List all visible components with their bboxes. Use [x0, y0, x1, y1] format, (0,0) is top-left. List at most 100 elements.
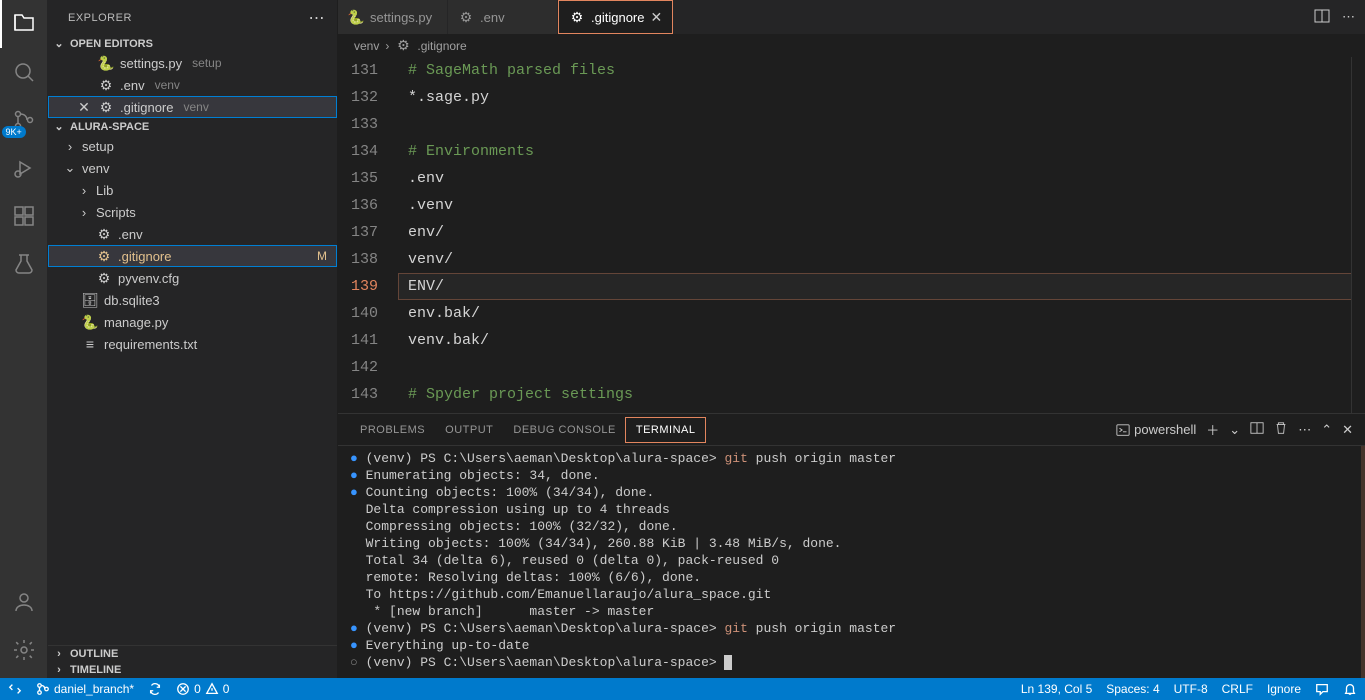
branch-indicator[interactable]: daniel_branch* [36, 682, 134, 696]
outline-header[interactable]: › OUTLINE [48, 645, 337, 662]
eol[interactable]: CRLF [1222, 682, 1253, 696]
problems-indicator[interactable]: 0 0 [176, 682, 229, 696]
file-item[interactable]: ⚙pyvenv.cfg [48, 267, 337, 289]
code-line[interactable] [398, 354, 1365, 381]
encoding[interactable]: UTF-8 [1174, 682, 1208, 696]
panel-tab-terminal[interactable]: TERMINAL [626, 418, 706, 442]
terminal-line: Delta compression using up to 4 threads [350, 501, 1349, 518]
file-item[interactable]: ⚙.env [48, 223, 337, 245]
panel-tab-problems[interactable]: PROBLEMS [350, 418, 435, 442]
chevron-right-icon: › [52, 648, 66, 660]
chevron-right-icon: › [385, 39, 389, 53]
file-label: .gitignore [118, 249, 171, 264]
extensions-icon[interactable] [0, 192, 48, 240]
feedback-icon[interactable] [1315, 682, 1329, 696]
editor-tab[interactable]: 🐍settings.py [338, 0, 448, 34]
gear-icon: ⚙ [98, 99, 114, 115]
search-icon[interactable] [0, 48, 48, 96]
split-terminal-icon[interactable] [1250, 421, 1264, 438]
source-control-icon[interactable]: 9K+ [0, 96, 48, 144]
breadcrumb-item[interactable]: venv [354, 39, 379, 53]
minimap[interactable] [1351, 57, 1365, 413]
notifications-icon[interactable] [1343, 682, 1357, 696]
line-number: 140 [338, 300, 378, 327]
accounts-icon[interactable] [0, 578, 48, 626]
folder-label: venv [82, 161, 109, 176]
code-line[interactable]: .env [398, 165, 1365, 192]
file-item[interactable]: 🗄db.sqlite3 [48, 289, 337, 311]
testing-icon[interactable] [0, 240, 48, 288]
folder-item[interactable]: ›setup [48, 135, 337, 157]
panel-tab-output[interactable]: OUTPUT [435, 418, 503, 442]
folder-item[interactable]: ›Lib [48, 179, 337, 201]
code-editor[interactable]: 131132133134135136137138139140141142143 … [338, 57, 1365, 413]
gear-icon: ⚙ [96, 248, 112, 264]
open-editor-item[interactable]: ⚙.envvenv [48, 74, 337, 96]
workspace-header[interactable]: ⌄ ALURA-SPACE [48, 118, 337, 135]
code-line[interactable]: .venv [398, 192, 1365, 219]
close-panel-icon[interactable]: ✕ [1342, 422, 1353, 438]
timeline-header[interactable]: › TIMELINE [48, 662, 337, 678]
editor-tab[interactable]: ⚙.gitignore✕ [558, 0, 673, 34]
open-editors-header[interactable]: ⌄ OPEN EDITORS [48, 35, 337, 52]
line-number: 135 [338, 165, 378, 192]
explorer-more-icon[interactable]: ⋯ [309, 8, 326, 28]
remote-icon[interactable] [8, 682, 22, 696]
split-editor-icon[interactable] [1314, 8, 1330, 27]
new-terminal-icon[interactable]: ＋ [1206, 420, 1219, 439]
chevron-right-icon: › [52, 664, 66, 676]
editor-tab[interactable]: ⚙.env [448, 0, 558, 34]
chevron-right-icon: › [64, 139, 76, 154]
py-icon: 🐍 [348, 9, 364, 25]
maximize-panel-icon[interactable]: ⌃ [1321, 422, 1332, 438]
code-line[interactable]: env/ [398, 219, 1365, 246]
line-number: 139 [338, 273, 378, 300]
indentation[interactable]: Spaces: 4 [1106, 682, 1159, 696]
breadcrumb-item[interactable]: .gitignore [417, 39, 466, 53]
editor-label: .env [120, 78, 145, 93]
open-editor-item[interactable]: ✕⚙.gitignorevenv [48, 96, 337, 118]
file-item[interactable]: ⚙.gitignoreM [48, 245, 337, 267]
code-line[interactable]: # Environments [398, 138, 1365, 165]
terminal-dropdown-icon[interactable]: ⌄ [1229, 422, 1240, 438]
close-icon[interactable]: ✕ [650, 9, 662, 26]
line-number: 131 [338, 57, 378, 84]
breadcrumb[interactable]: venv › ⚙ .gitignore [338, 35, 1365, 57]
code-line[interactable]: *.sage.py [398, 84, 1365, 111]
code-line[interactable]: venv.bak/ [398, 327, 1365, 354]
more-icon[interactable]: ⋯ [1298, 422, 1311, 438]
tab-label: .env [480, 10, 505, 25]
sync-icon[interactable] [148, 682, 162, 696]
file-label: requirements.txt [104, 337, 197, 352]
folder-item[interactable]: ⌄venv [48, 157, 337, 179]
gear-icon: ⚙ [569, 9, 585, 25]
terminal-shell-label[interactable]: powershell [1116, 422, 1196, 437]
gear-icon: ⚙ [395, 38, 411, 54]
terminal-output[interactable]: ● (venv) PS C:\Users\aeman\Desktop\alura… [338, 446, 1365, 678]
file-item[interactable]: 🐍manage.py [48, 311, 337, 333]
panel-tab-debug-console[interactable]: DEBUG CONSOLE [503, 418, 625, 442]
settings-gear-icon[interactable] [0, 626, 48, 674]
terminal-line: ● Enumerating objects: 34, done. [350, 467, 1349, 484]
close-icon[interactable]: ✕ [76, 99, 92, 115]
code-line[interactable]: env.bak/ [398, 300, 1365, 327]
py-icon: 🐍 [98, 55, 114, 71]
cursor-position[interactable]: Ln 139, Col 5 [1021, 682, 1092, 696]
editor-area: 🐍settings.py⚙.env⚙.gitignore✕ ⋯ venv › ⚙… [338, 0, 1365, 678]
code-line[interactable]: # Spyder project settings [398, 381, 1365, 408]
more-actions-icon[interactable]: ⋯ [1342, 9, 1355, 25]
line-number: 137 [338, 219, 378, 246]
code-line[interactable] [398, 111, 1365, 138]
language-mode[interactable]: Ignore [1267, 682, 1301, 696]
explorer-icon[interactable] [0, 0, 48, 48]
code-line[interactable]: ENV/ [398, 273, 1365, 300]
file-item[interactable]: ≡requirements.txt [48, 333, 337, 355]
open-editor-item[interactable]: 🐍settings.pysetup [48, 52, 337, 74]
folder-item[interactable]: ›Scripts [48, 201, 337, 223]
code-line[interactable]: # SageMath parsed files [398, 57, 1365, 84]
terminal-line: remote: Resolving deltas: 100% (6/6), do… [350, 569, 1349, 586]
code-line[interactable]: venv/ [398, 246, 1365, 273]
run-debug-icon[interactable] [0, 144, 48, 192]
kill-terminal-icon[interactable] [1274, 421, 1288, 438]
terminal-cursor [724, 655, 732, 670]
